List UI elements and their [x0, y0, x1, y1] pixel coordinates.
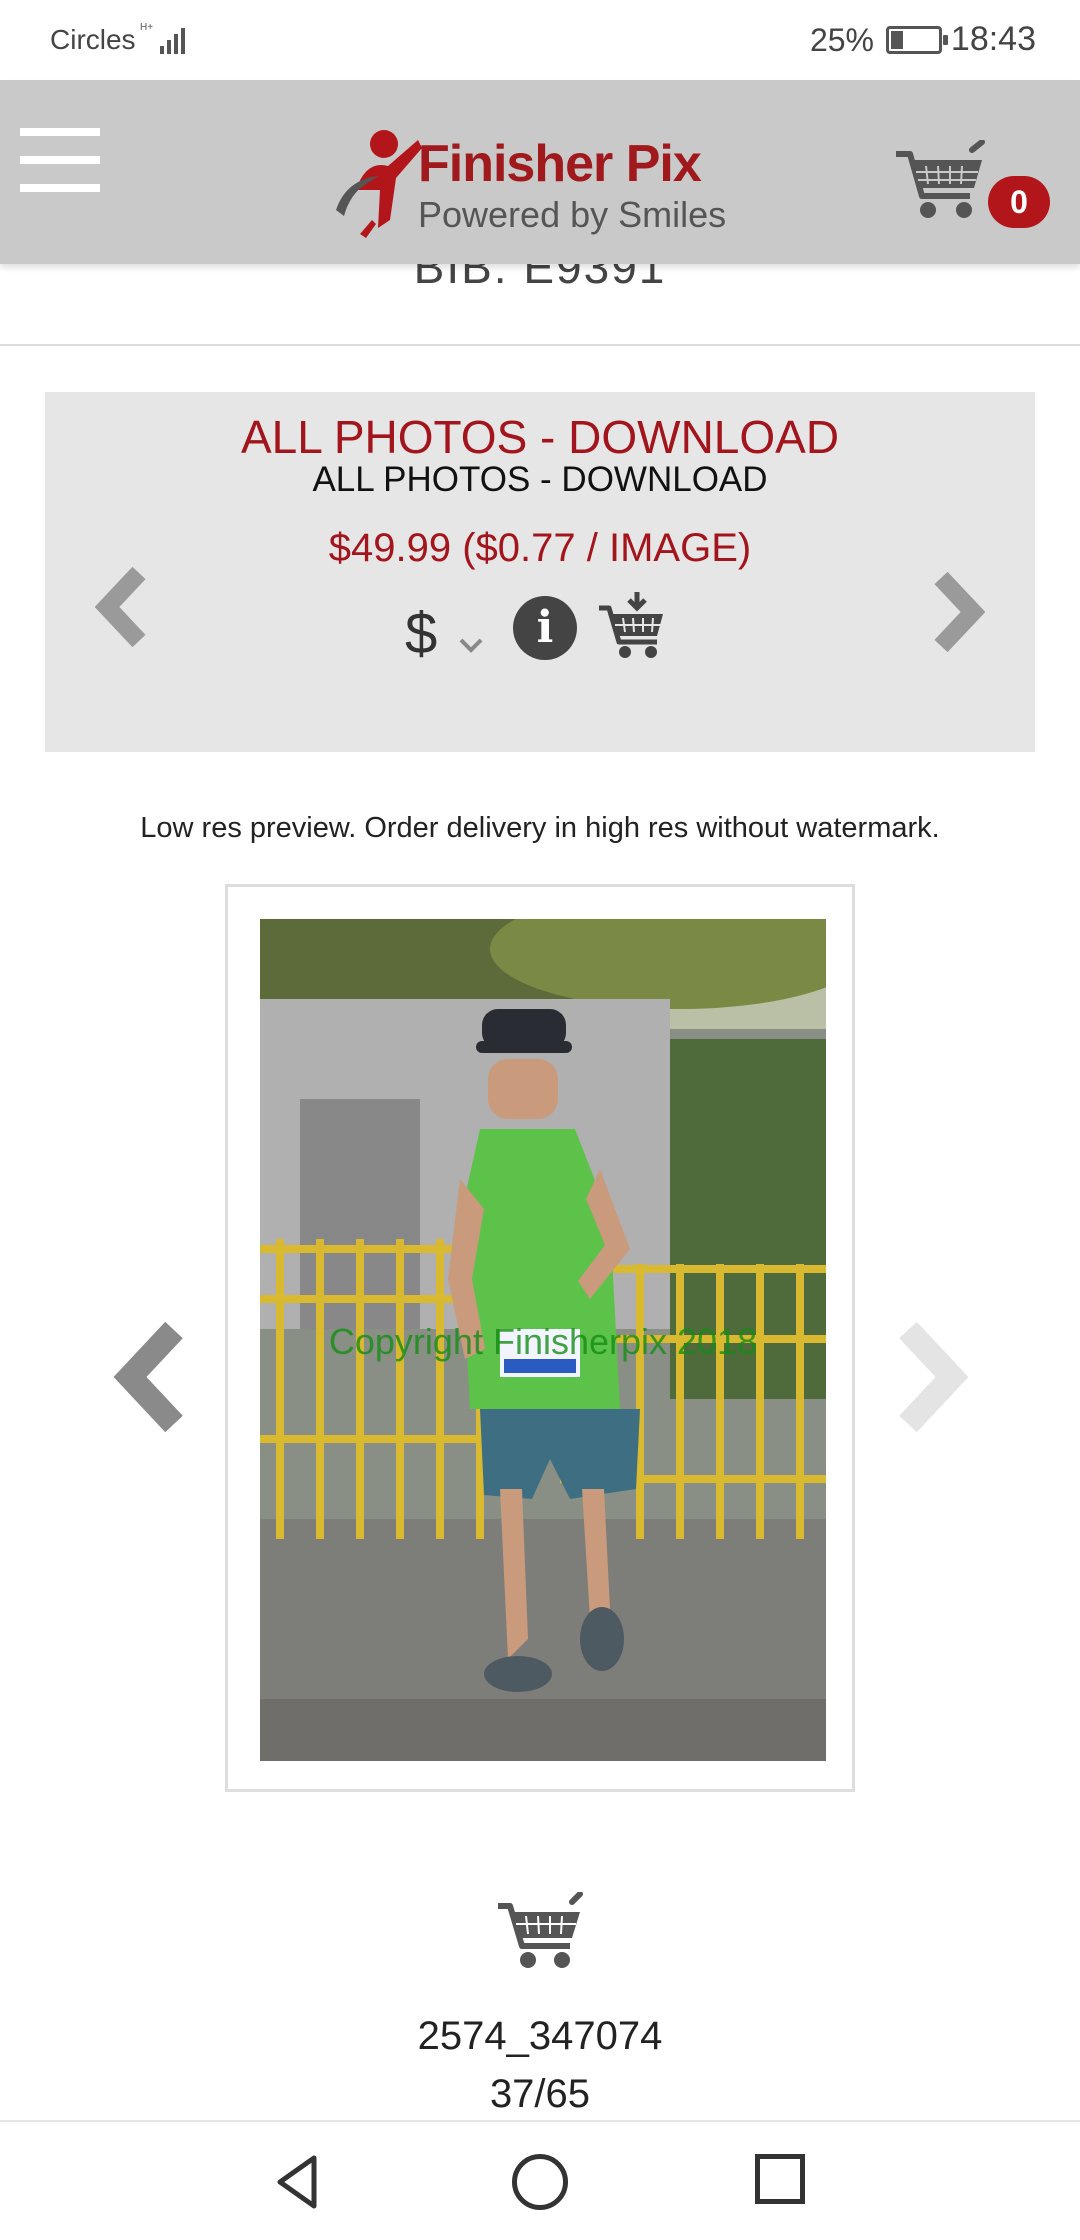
runner-photo[interactable]: Copyright Finisherpix 2018	[260, 919, 826, 1761]
back-icon[interactable]	[270, 2152, 330, 2212]
svg-text:H+: H+	[140, 22, 153, 33]
cart-icon[interactable]	[892, 140, 988, 224]
photo-frame: Copyright Finisherpix 2018	[225, 884, 855, 1792]
add-photo-to-cart-icon[interactable]	[494, 1892, 584, 1972]
product-panel: ALL PHOTOS - DOWNLOAD ALL PHOTOS - DOWNL…	[45, 392, 1035, 752]
prev-photo-arrow-icon[interactable]	[112, 1322, 192, 1432]
brand-logo[interactable]: Finisher Pix Powered by Smiles	[326, 120, 756, 244]
system-nav-bar	[0, 2120, 1080, 2240]
home-icon[interactable]	[512, 2154, 568, 2210]
status-bar: Circles H+ 25% 18:43	[0, 0, 1080, 80]
divider	[0, 344, 1080, 346]
next-product-arrow-icon[interactable]	[925, 572, 985, 652]
product-subtitle: ALL PHOTOS - DOWNLOAD	[312, 460, 768, 499]
carrier-label: Circles	[50, 24, 136, 55]
clock: 18:43	[950, 20, 1036, 58]
prev-product-arrow-icon[interactable]	[95, 567, 155, 647]
battery-percent: 25%	[809, 22, 874, 58]
chevron-down-icon	[459, 638, 483, 653]
next-photo-arrow-icon[interactable]	[890, 1322, 970, 1432]
add-to-cart-icon[interactable]	[597, 592, 669, 664]
runner-logo-icon	[336, 130, 422, 238]
preview-note: Low res preview. Order delivery in high …	[140, 812, 940, 844]
photo-position: 37/65	[489, 2072, 591, 2116]
currency-symbol: $	[405, 601, 438, 666]
info-icon[interactable]: i	[513, 596, 577, 660]
product-title: ALL PHOTOS - DOWNLOAD	[240, 411, 840, 463]
brand-name: Finisher Pix	[418, 135, 702, 193]
hamburger-menu-icon[interactable]	[20, 128, 100, 212]
battery-icon	[886, 26, 948, 54]
recent-apps-icon[interactable]	[755, 2154, 805, 2204]
cart-count-badge[interactable]: 0	[988, 176, 1050, 228]
site-header: Finisher Pix Powered by Smiles 0	[0, 80, 1080, 264]
product-price: $49.99 ($0.77 / IMAGE)	[328, 526, 752, 570]
signal-icon: H+	[140, 22, 185, 54]
brand-tagline: Powered by Smiles	[418, 194, 727, 235]
watermark-text: Copyright Finisherpix 2018	[328, 1321, 758, 1362]
photo-id: 2574_347074	[417, 2014, 663, 2058]
